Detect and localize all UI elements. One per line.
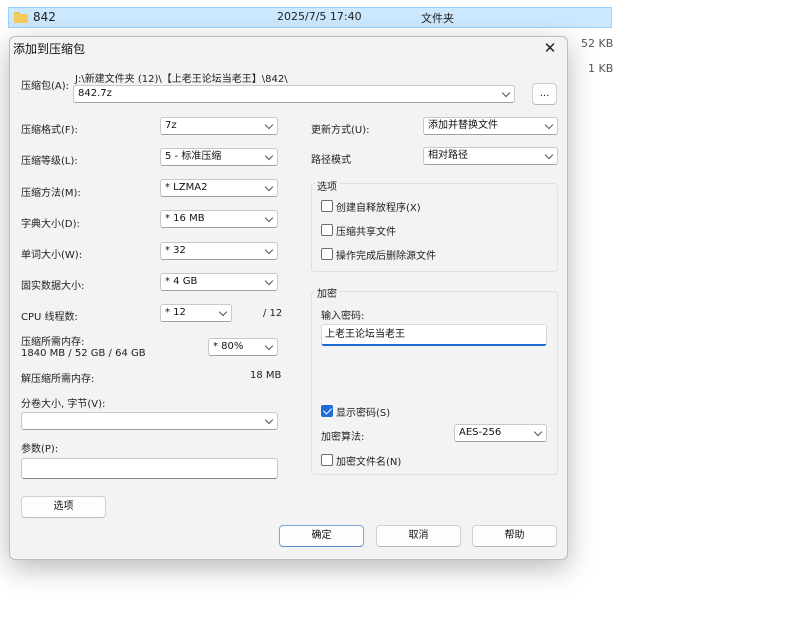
file-size: 52 KB (581, 37, 614, 50)
archive-label: 压缩包(A): (21, 81, 70, 92)
solid-label: 固实数据大小: (21, 281, 85, 292)
update-value: 添加并替换文件 (428, 120, 498, 131)
show-password-checkbox[interactable] (321, 405, 333, 417)
password-input[interactable]: 上老王论坛当老王 (321, 324, 547, 346)
encryption-method-label: 加密算法: (321, 432, 365, 443)
archive-name-combo[interactable]: 842.7z (73, 85, 515, 103)
mem-compress-value: * 80% (213, 341, 244, 352)
archive-path: J:\新建文件夹 (12)\【上老王论坛当老王】\842\ (75, 74, 288, 85)
level-value: 5 - 标准压缩 (165, 151, 222, 162)
chevron-down-icon (264, 182, 274, 192)
path-mode-select[interactable]: 相对路径 (423, 147, 558, 165)
params-input[interactable] (21, 458, 278, 479)
chevron-down-icon (264, 245, 274, 255)
encryption-method-select[interactable]: AES-256 (454, 424, 547, 442)
chevron-down-icon (544, 150, 554, 160)
close-button[interactable]: ✕ (537, 38, 563, 58)
password-value: 上老王论坛当老王 (325, 329, 405, 340)
mem-compress-select[interactable]: * 80% (208, 338, 278, 356)
password-label: 输入密码: (321, 311, 365, 322)
format-value: 7z (165, 120, 177, 131)
file-type: 文件夹 (421, 12, 454, 25)
dict-select[interactable]: * 16 MB (160, 210, 278, 228)
format-select[interactable]: 7z (160, 117, 278, 135)
chevron-down-icon (264, 415, 274, 425)
chevron-down-icon (264, 120, 274, 130)
threads-max: / 12 (263, 308, 283, 319)
chevron-down-icon (544, 120, 554, 130)
threads-select[interactable]: * 12 (160, 304, 232, 322)
solid-select[interactable]: * 4 GB (160, 273, 278, 291)
update-select[interactable]: 添加并替换文件 (423, 117, 558, 135)
level-label: 压缩等级(L): (21, 156, 78, 167)
archive-name-value: 842.7z (78, 88, 112, 99)
folder-icon (14, 12, 28, 23)
encrypt-names-label: 加密文件名(N) (336, 457, 402, 468)
split-label: 分卷大小, 字节(V): (21, 399, 106, 410)
method-select[interactable]: * LZMA2 (160, 179, 278, 197)
dict-label: 字典大小(D): (21, 219, 80, 230)
encryption-group-title: 加密 (315, 285, 339, 300)
chevron-down-icon (264, 341, 274, 351)
shared-files-checkbox[interactable] (321, 224, 333, 236)
format-label: 压缩格式(F): (21, 125, 78, 136)
close-icon: ✕ (543, 39, 557, 57)
encryption-method-value: AES-256 (459, 427, 502, 438)
word-value: * 32 (165, 245, 186, 256)
dict-value: * 16 MB (165, 213, 205, 224)
word-select[interactable]: * 32 (160, 242, 278, 260)
path-mode-value: 相对路径 (428, 150, 468, 161)
params-label: 参数(P): (21, 444, 59, 455)
chevron-down-icon (533, 427, 543, 437)
explorer-row-selected[interactable]: 842 2025/7/5 17:40 文件夹 (8, 7, 612, 28)
threads-value: * 12 (165, 307, 186, 318)
cancel-button[interactable]: 取消 (376, 525, 461, 547)
path-mode-label: 路径模式 (311, 155, 351, 166)
split-select[interactable] (21, 412, 278, 430)
sfx-checkbox[interactable] (321, 200, 333, 212)
ok-button[interactable]: 确定 (279, 525, 364, 547)
file-name: 842 (33, 10, 56, 24)
options-group-title: 选项 (315, 178, 339, 193)
dialog-title: 添加到压缩包 (13, 42, 86, 56)
mem-decompress-value: 18 MB (250, 370, 282, 381)
file-date: 2025/7/5 17:40 (277, 10, 362, 23)
chevron-down-icon (218, 307, 228, 317)
update-label: 更新方式(U): (311, 125, 370, 136)
mem-compress-label: 压缩所需内存: (21, 337, 85, 348)
method-label: 压缩方法(M): (21, 188, 81, 199)
delete-after-checkbox[interactable] (321, 248, 333, 260)
mem-decompress-label: 解压缩所需内存: (21, 374, 95, 385)
shared-files-label: 压缩共享文件 (336, 227, 396, 238)
add-to-archive-dialog: 添加到压缩包 ✕ 压缩包(A): J:\新建文件夹 (12)\【上老王论坛当老王… (9, 36, 568, 560)
threads-label: CPU 线程数: (21, 312, 78, 323)
delete-after-label: 操作完成后删除源文件 (336, 251, 436, 262)
mem-compress-detail: 1840 MB / 52 GB / 64 GB (21, 348, 146, 359)
method-value: * LZMA2 (165, 182, 208, 193)
file-size: 1 KB (588, 62, 614, 75)
options-button[interactable]: 选项 (21, 496, 106, 518)
chevron-down-icon (264, 151, 274, 161)
chevron-down-icon (264, 276, 274, 286)
chevron-down-icon (264, 213, 274, 223)
sfx-label: 创建自释放程序(X) (336, 203, 421, 214)
browse-button[interactable]: ... (532, 83, 557, 105)
solid-value: * 4 GB (165, 276, 198, 287)
word-label: 单词大小(W): (21, 250, 83, 261)
show-password-label: 显示密码(S) (336, 408, 391, 419)
chevron-down-icon (501, 88, 511, 98)
help-button[interactable]: 帮助 (472, 525, 557, 547)
encrypt-names-checkbox[interactable] (321, 454, 333, 466)
level-select[interactable]: 5 - 标准压缩 (160, 148, 278, 166)
